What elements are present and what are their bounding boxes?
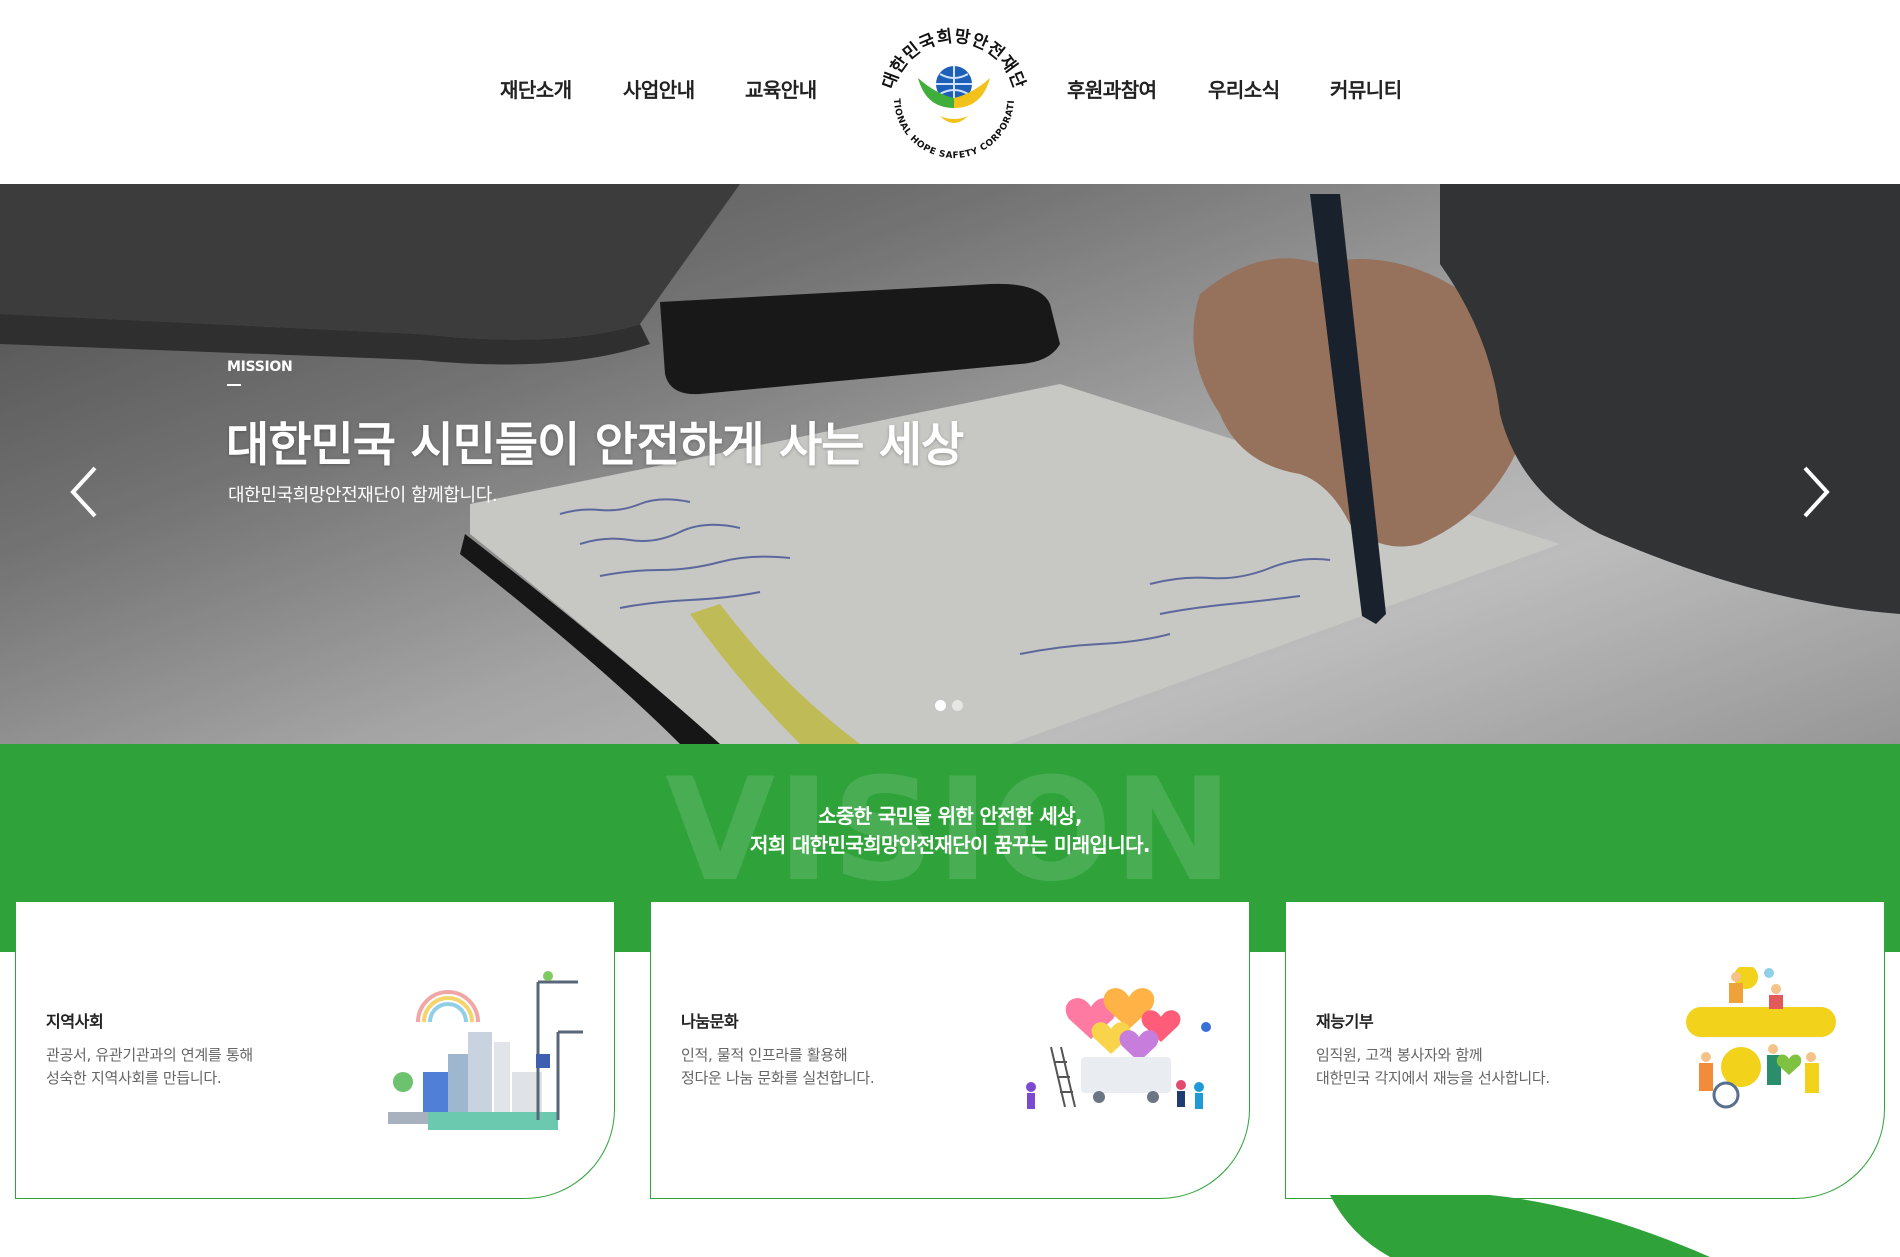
- nav-item-education-guide[interactable]: 교육안내: [745, 74, 817, 103]
- card-title: 지역사회: [46, 1012, 104, 1031]
- nav-item-community[interactable]: 커뮤니티: [1330, 74, 1402, 103]
- hearts-illustration-icon: [1026, 988, 1211, 1109]
- card-description: 임직원, 고객 봉사자와 함께 대한민국 각지에서 재능을 선사합니다.: [1316, 1046, 1550, 1087]
- card-title: 나눔문화: [681, 1012, 739, 1031]
- decorative-green-shape: [1330, 1195, 1710, 1257]
- nav-item-business-guide[interactable]: 사업안내: [623, 74, 695, 103]
- card-talent-donation[interactable]: 재능기부 임직원, 고객 봉사자와 함께 대한민국 각지에서 재능을 선사합니다…: [1285, 902, 1885, 1199]
- prev-slide-arrow-icon[interactable]: [63, 462, 107, 522]
- hero-slider: MISSION 대한민국 시민들이 안전하게 사는 세상 대한민국희망안전재단이…: [0, 184, 1900, 744]
- card-description: 인적, 물적 인프라를 활용해 정다운 나눔 문화를 실천합니다.: [681, 1046, 875, 1087]
- hero-title: 대한민국 시민들이 안전하게 사는 세상: [226, 418, 964, 473]
- card-sharing-culture[interactable]: 나눔문화 인적, 물적 인프라를 활용해 정다운 나눔 문화를 실천합니다.: [650, 902, 1250, 1199]
- vision-line-1: 소중한 국민을 위한 안전한 세상,: [818, 804, 1082, 828]
- slide-dot-2[interactable]: [952, 700, 963, 711]
- city-illustration-icon: [388, 971, 583, 1130]
- card-title: 재능기부: [1316, 1012, 1374, 1031]
- hero-label-underline: [227, 384, 241, 386]
- nav-item-support-participation[interactable]: 후원과참여: [1067, 74, 1157, 103]
- hero-label: MISSION: [227, 359, 293, 375]
- foundation-logo[interactable]: 대한민국희망안전재단 NATIONAL HOPE SAFETY CORPORAT…: [874, 12, 1034, 172]
- vision-line-2: 저희 대한민국희망안전재단이 꿈꾸는 미래입니다.: [750, 833, 1150, 857]
- hero-subtitle: 대한민국희망안전재단이 함께합니다.: [228, 485, 498, 506]
- next-slide-arrow-icon[interactable]: [1793, 462, 1837, 522]
- slide-pagination: [935, 696, 969, 715]
- card-description: 관공서, 유관기관과의 연계를 통해 성숙한 지역사회를 만듭니다.: [46, 1046, 253, 1087]
- site-header: 재단소개 사업안내 교육안내 대한민국희망안전재단 NATIONAL HOPE …: [0, 0, 1900, 184]
- nav-item-foundation-intro[interactable]: 재단소개: [500, 74, 572, 103]
- slide-dot-1[interactable]: [935, 700, 946, 711]
- vision-statement: 소중한 국민을 위한 안전한 세상, 저희 대한민국희망안전재단이 꿈꾸는 미래…: [0, 802, 1900, 860]
- card-community[interactable]: 지역사회 관공서, 유관기관과의 연계를 통해 성숙한 지역사회를 만듭니다.: [15, 902, 615, 1199]
- nav-item-news[interactable]: 우리소식: [1208, 74, 1280, 103]
- volunteers-illustration-icon: [1686, 967, 1836, 1109]
